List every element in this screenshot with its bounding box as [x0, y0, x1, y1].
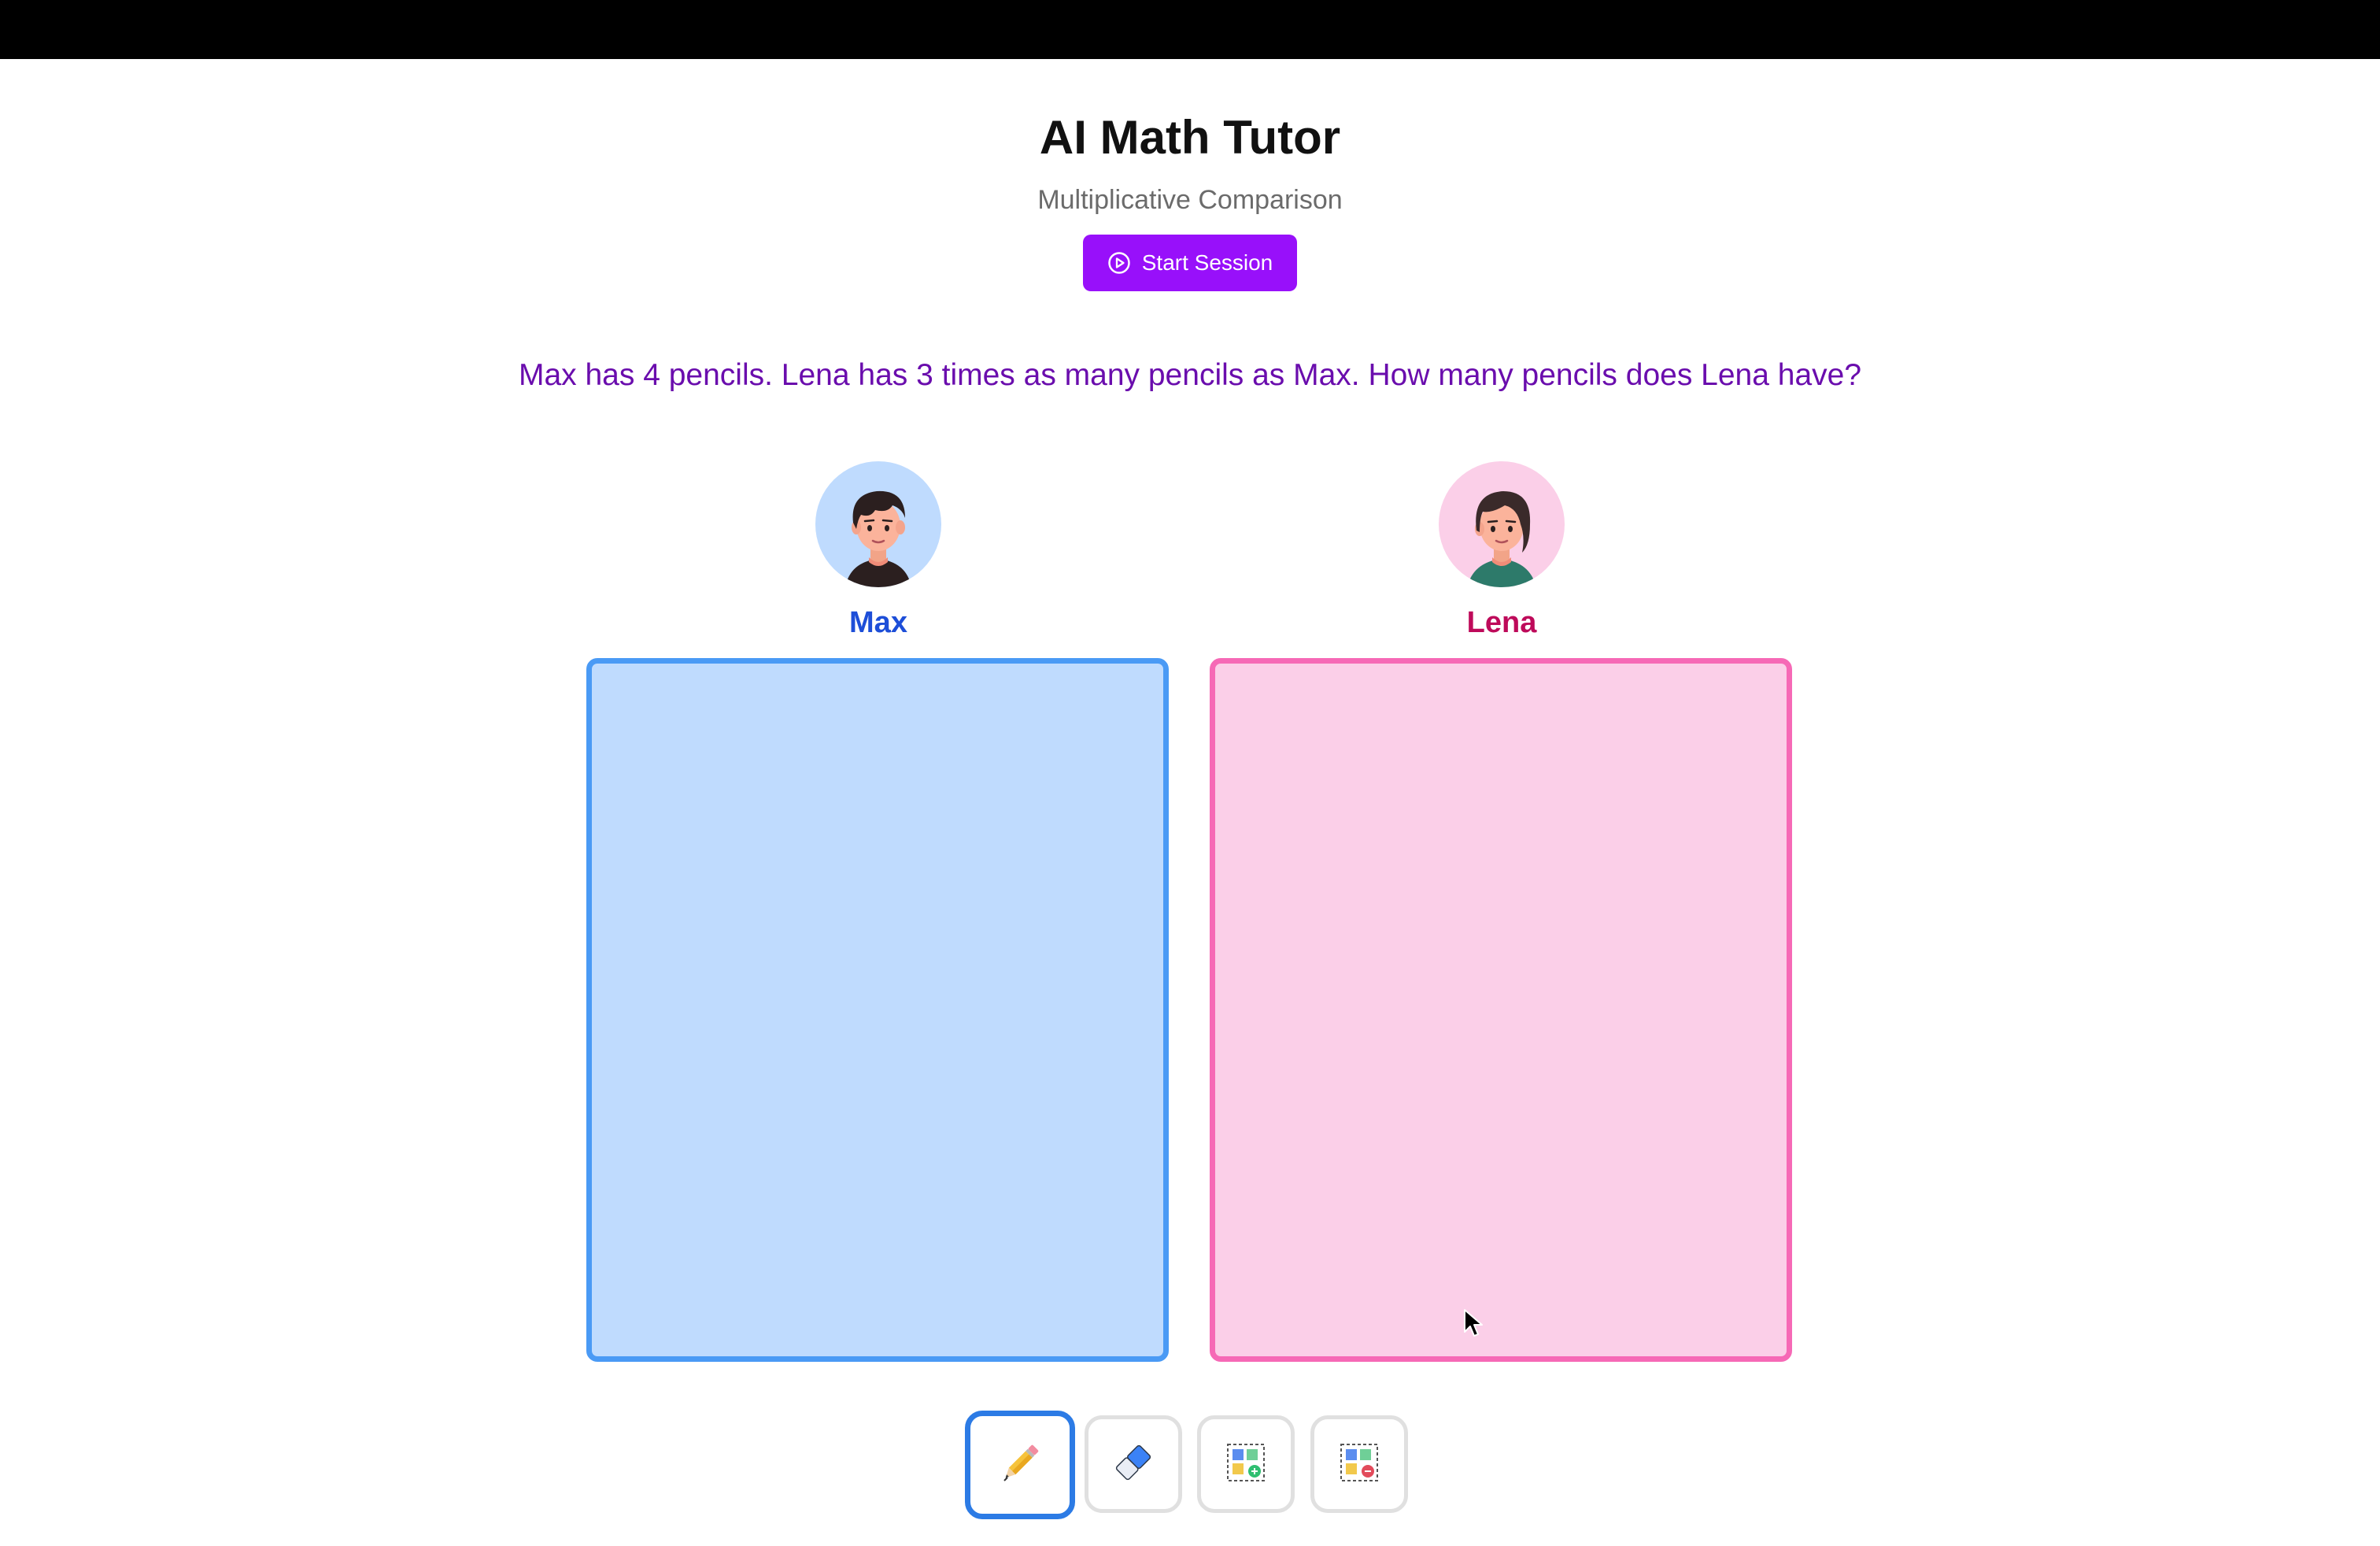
lena-avatar — [1439, 461, 1565, 587]
max-name-label: Max — [849, 606, 907, 639]
problem-statement: Max has 4 pencils. Lena has 3 times as m… — [518, 358, 1862, 392]
start-session-button[interactable]: Start Session — [1083, 235, 1297, 291]
eraser-tool-button[interactable] — [1085, 1415, 1182, 1513]
eraser-icon — [1111, 1440, 1156, 1489]
add-group-icon — [1225, 1442, 1266, 1487]
page-title: AI Math Tutor — [1039, 111, 1341, 164]
pencil-icon — [995, 1438, 1045, 1492]
lena-drawing-area[interactable] — [1210, 658, 1792, 1362]
max-drawing-area[interactable] — [586, 658, 1169, 1362]
top-bar — [0, 0, 2380, 59]
start-session-label: Start Session — [1141, 250, 1273, 275]
pencil-tool-button[interactable] — [965, 1411, 1075, 1519]
remove-group-tool-button[interactable] — [1310, 1415, 1408, 1513]
max-avatar — [815, 461, 941, 587]
lena-name-label: Lena — [1466, 606, 1537, 639]
page-subtitle: Multiplicative Comparison — [1037, 185, 1343, 215]
remove-group-icon — [1339, 1442, 1380, 1487]
add-group-tool-button[interactable] — [1197, 1415, 1295, 1513]
mouse-cursor-icon — [1462, 1308, 1486, 1344]
play-circle-icon — [1107, 251, 1131, 275]
